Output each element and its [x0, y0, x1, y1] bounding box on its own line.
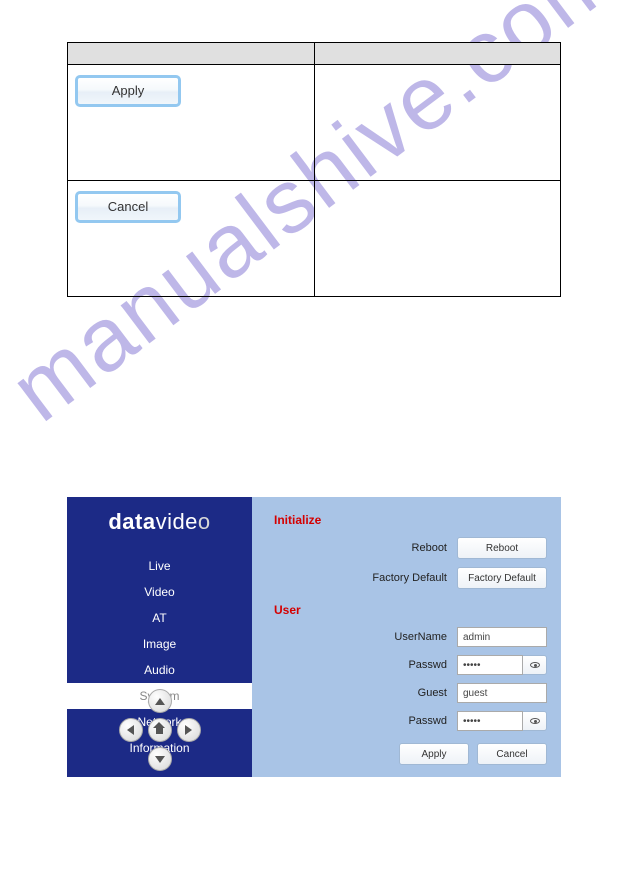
table-header-left [68, 43, 315, 65]
logo-oe: o [198, 509, 211, 534]
passwd1-input[interactable] [457, 655, 523, 675]
passwd1-row: Passwd [274, 655, 547, 675]
passwd1-label: Passwd [408, 659, 447, 671]
guest-input[interactable] [457, 683, 547, 703]
eye-icon [530, 718, 540, 724]
logo: datavideo [67, 509, 252, 535]
arrow-right-icon [185, 725, 192, 735]
content-panel: Initialize Reboot Reboot Factory Default… [252, 497, 561, 777]
username-label: UserName [394, 631, 447, 643]
passwd2-label: Passwd [408, 715, 447, 727]
buttons-table: Apply Cancel [67, 42, 561, 297]
logo-prefix: data [108, 509, 155, 534]
sidebar-item-audio[interactable]: Audio [67, 657, 252, 683]
passwd2-eye-button[interactable] [523, 711, 547, 731]
logo-suffix: vide [156, 509, 198, 534]
sidebar-item-image[interactable]: Image [67, 631, 252, 657]
eye-icon [530, 662, 540, 668]
cancel-button[interactable]: Cancel [75, 191, 181, 223]
reboot-button[interactable]: Reboot [457, 537, 547, 559]
home-icon [154, 726, 165, 735]
factory-row: Factory Default Factory Default [274, 567, 547, 589]
factory-default-button[interactable]: Factory Default [457, 567, 547, 589]
dpad-right-button[interactable] [177, 718, 201, 742]
passwd2-input[interactable] [457, 711, 523, 731]
content-cancel-button[interactable]: Cancel [477, 743, 547, 765]
sidebar-item-video[interactable]: Video [67, 579, 252, 605]
content-apply-button[interactable]: Apply [399, 743, 469, 765]
table-cell-apply-desc [314, 65, 561, 181]
guest-label: Guest [418, 687, 447, 699]
app-panel: datavideo Live Video AT Image Audio Syst… [67, 497, 561, 777]
sidebar: datavideo Live Video AT Image Audio Syst… [67, 497, 252, 777]
passwd2-row: Passwd [274, 711, 547, 731]
table-cell-cancel: Cancel [68, 181, 315, 297]
username-row: UserName [274, 627, 547, 647]
dpad-left-button[interactable] [119, 718, 143, 742]
dpad-home-button[interactable] [148, 718, 172, 742]
factory-label: Factory Default [372, 572, 447, 584]
username-input[interactable] [457, 627, 547, 647]
arrow-left-icon [127, 725, 134, 735]
table-header-right [314, 43, 561, 65]
sidebar-item-at[interactable]: AT [67, 605, 252, 631]
reboot-row: Reboot Reboot [274, 537, 547, 559]
initialize-title: Initialize [274, 513, 547, 527]
user-title: User [274, 603, 547, 617]
dpad-down-button[interactable] [148, 747, 172, 771]
action-row: Apply Cancel [274, 743, 547, 765]
arrow-down-icon [155, 756, 165, 763]
apply-button[interactable]: Apply [75, 75, 181, 107]
table-cell-cancel-desc [314, 181, 561, 297]
passwd1-eye-button[interactable] [523, 655, 547, 675]
table-cell-apply: Apply [68, 65, 315, 181]
arrow-up-icon [155, 698, 165, 705]
sidebar-item-live[interactable]: Live [67, 553, 252, 579]
reboot-label: Reboot [412, 542, 447, 554]
dpad-up-button[interactable] [148, 689, 172, 713]
guest-row: Guest [274, 683, 547, 703]
dpad [119, 689, 201, 771]
